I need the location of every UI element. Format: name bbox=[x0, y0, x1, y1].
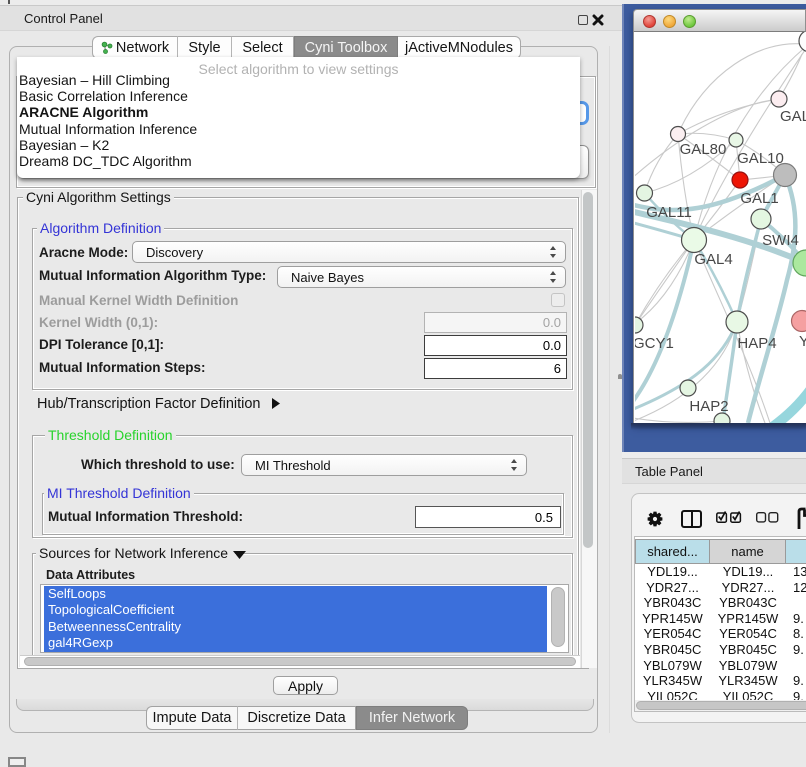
svg-text:HAP2: HAP2 bbox=[689, 398, 728, 415]
svg-text:GAL10: GAL10 bbox=[737, 150, 784, 167]
svg-text:SWI4: SWI4 bbox=[762, 232, 799, 249]
svg-text:GCY1: GCY1 bbox=[635, 335, 674, 352]
svg-text:GAL2: GAL2 bbox=[780, 108, 806, 125]
svg-text:HAP4: HAP4 bbox=[737, 335, 776, 352]
svg-text:GAL11: GAL11 bbox=[646, 204, 692, 221]
svg-text:GAL80: GAL80 bbox=[680, 141, 727, 158]
svg-text:GAL1: GAL1 bbox=[740, 190, 778, 207]
svg-text:GAL4: GAL4 bbox=[694, 251, 732, 268]
svg-text:YJ: YJ bbox=[799, 333, 806, 350]
